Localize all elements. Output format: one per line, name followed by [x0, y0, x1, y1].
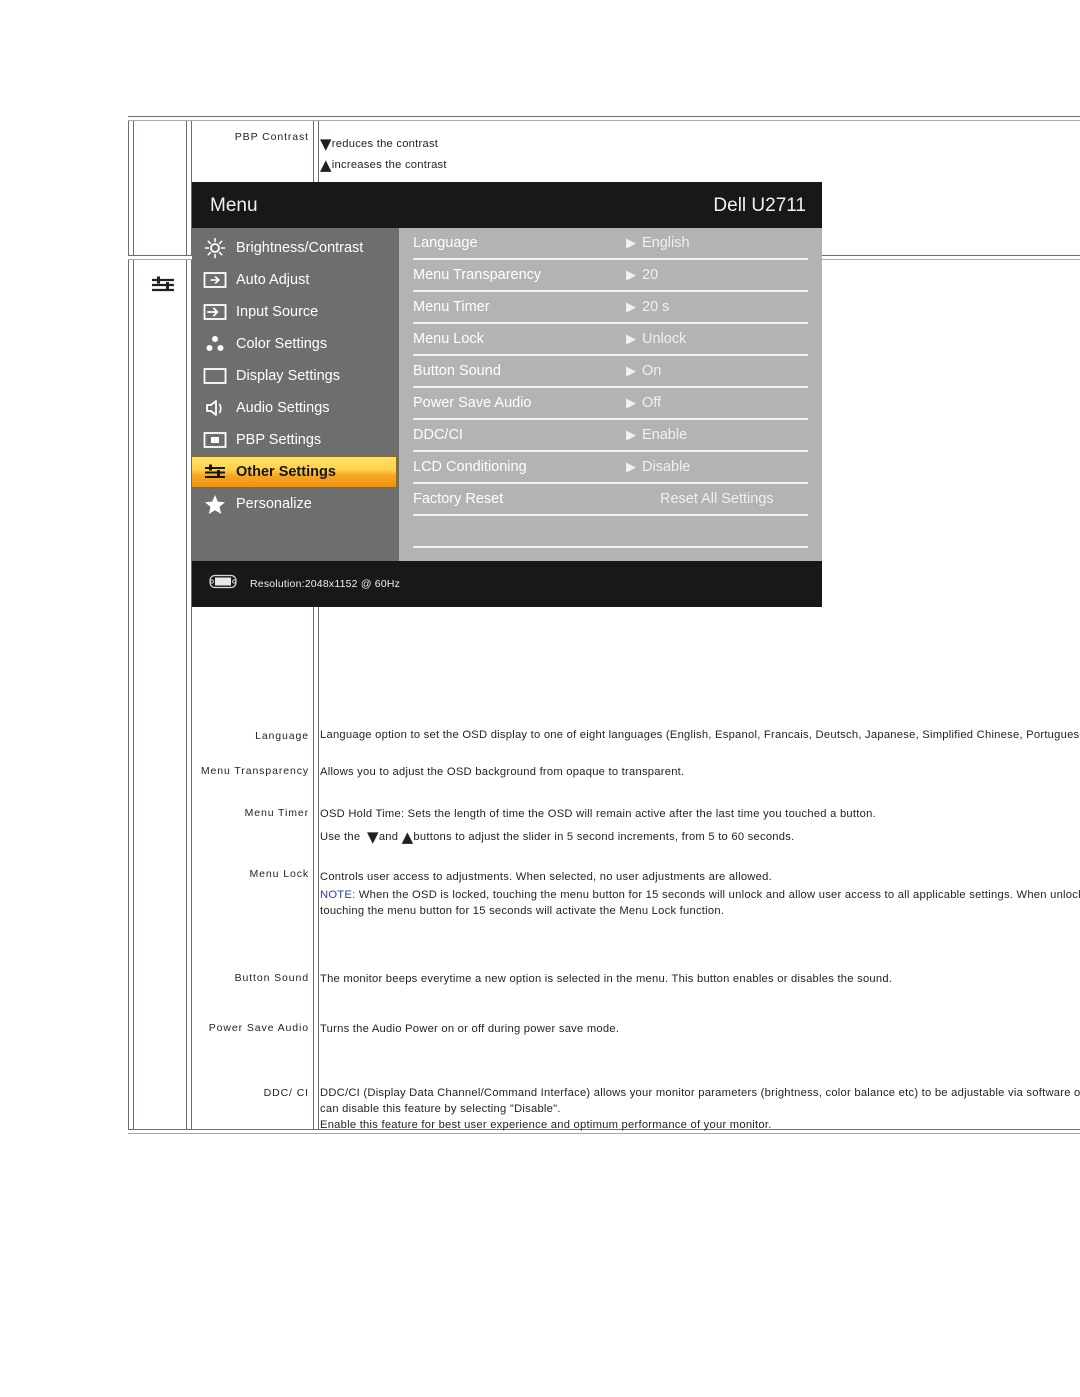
osd-row-menu-transparency[interactable]: Menu Transparency ▶ 20	[413, 260, 808, 292]
brightness-icon	[200, 237, 230, 259]
row-label-ddc-ci: DDC/ CI	[263, 1087, 309, 1099]
osd-row-menu-timer[interactable]: Menu Timer ▶ 20 s	[413, 292, 808, 324]
arrow-right-icon: ▶	[626, 235, 636, 251]
ddc-ci-description-line2: can disable this feature by selecting "D…	[320, 1103, 561, 1115]
osd-title: Menu	[210, 195, 258, 216]
arrow-right-icon: ▶	[626, 363, 636, 379]
osd-row-button-sound[interactable]: Button Sound ▶ On	[413, 356, 808, 388]
note-keyword: NOTE:	[320, 889, 356, 901]
osd-row-label: Menu Lock	[413, 331, 484, 347]
arrow-right-icon: ▶	[626, 299, 636, 315]
color-settings-icon	[200, 333, 230, 355]
osd-row-label: Factory Reset	[413, 491, 504, 507]
sidebar-item-personalize[interactable]: Personalize	[192, 488, 399, 520]
osd-row-power-save-audio[interactable]: Power Save Audio ▶ Off	[413, 388, 808, 420]
menu-transparency-description: Allows you to adjust the OSD background …	[320, 766, 685, 778]
input-source-icon	[200, 301, 230, 323]
pbp-contrast-decrease-line: ▼reduces the contrast	[320, 135, 439, 153]
osd-header: Menu Dell U2711	[192, 182, 822, 228]
sidebar-item-brightness-contrast[interactable]: Brightness/Contrast	[192, 232, 399, 264]
arrow-right-icon: ▶	[626, 331, 636, 347]
pbp-settings-icon	[200, 429, 230, 451]
ddc-ci-description-line3: Enable this feature for best user experi…	[320, 1119, 772, 1131]
menu-lock-note: NOTE: When the OSD is locked, touching t…	[320, 889, 1080, 917]
row-label-power-save-audio: Power Save Audio	[208, 1022, 309, 1034]
sidebar-label: Color Settings	[236, 336, 328, 352]
arrow-right-icon: ▶	[626, 267, 636, 283]
osd-row-empty-2	[413, 548, 808, 580]
personalize-star-icon	[200, 493, 230, 515]
menu-timer-description-line2: Use the ▼and ▲buttons to adjust the slid…	[320, 828, 795, 846]
sidebar-item-auto-adjust[interactable]: Auto Adjust	[192, 264, 399, 296]
display-settings-icon	[200, 365, 230, 387]
osd-body: Brightness/Contrast Auto Adjust Input So…	[192, 228, 822, 561]
osd-row-ddc-ci[interactable]: DDC/CI ▶ Enable	[413, 420, 808, 452]
osd-row-label: Menu Transparency	[413, 267, 542, 283]
vga-connector-icon	[206, 573, 240, 595]
osd-row-language[interactable]: Language ▶ English	[413, 228, 808, 260]
sidebar-label: Brightness/Contrast	[236, 240, 364, 256]
pbp-contrast-increase-line: ▲increases the contrast	[320, 156, 447, 174]
osd-row-factory-reset[interactable]: Factory Reset Reset All Settings	[413, 484, 808, 516]
osd-row-value: Enable	[642, 427, 688, 443]
sidebar-label: Personalize	[236, 496, 312, 512]
sidebar-label: PBP Settings	[236, 432, 322, 448]
sidebar-item-color-settings[interactable]: Color Settings	[192, 328, 399, 360]
ddc-ci-description-line1: DDC/CI (Display Data Channel/Command Int…	[320, 1087, 1080, 1099]
osd-row-value: Off	[642, 395, 662, 411]
sidebar-item-pbp-settings[interactable]: PBP Settings	[192, 424, 399, 456]
other-settings-icon	[200, 461, 230, 483]
osd-row-label: Language	[413, 235, 478, 251]
osd-row-value: On	[642, 363, 662, 379]
sidebar-item-display-settings[interactable]: Display Settings	[192, 360, 399, 392]
osd-row-value: Unlock	[642, 331, 687, 347]
osd-row-empty-1	[413, 516, 808, 548]
sidebar-label: Display Settings	[236, 368, 340, 384]
power-save-audio-description: Turns the Audio Power on or off during p…	[320, 1023, 620, 1035]
osd-model-name: Dell U2711	[713, 195, 806, 216]
row-label-pbp-contrast: PBP Contrast	[234, 131, 309, 143]
row-label-menu-timer: Menu Timer	[244, 807, 309, 819]
arrow-right-icon: ▶	[626, 459, 636, 475]
sidebar-label: Other Settings	[236, 464, 336, 480]
row-label-menu-lock: Menu Lock	[249, 868, 309, 880]
osd-row-value: 20	[642, 267, 659, 283]
audio-settings-icon	[200, 397, 230, 419]
osd-menu-screenshot: Menu Dell U2711 Brightness/Contrast Auto…	[192, 182, 822, 607]
sidebar-label: Input Source	[236, 304, 319, 320]
osd-row-value: Disable	[642, 459, 691, 475]
sidebar-item-input-source[interactable]: Input Source	[192, 296, 399, 328]
menu-timer-description-line1: OSD Hold Time: Sets the length of time t…	[320, 808, 876, 820]
language-description: Language option to set the OSD display t…	[320, 729, 1080, 741]
auto-adjust-icon	[200, 269, 230, 291]
osd-row-label: DDC/CI	[413, 427, 463, 443]
sidebar-item-audio-settings[interactable]: Audio Settings	[192, 392, 399, 424]
osd-row-label: LCD Conditioning	[413, 459, 527, 475]
osd-row-label: Menu Timer	[413, 299, 490, 315]
osd-sidebar: Brightness/Contrast Auto Adjust Input So…	[192, 228, 399, 561]
osd-row-value: Reset All Settings	[660, 491, 774, 507]
osd-row-value: English	[642, 235, 690, 251]
osd-row-value: 20 s	[642, 299, 670, 315]
sidebar-label: Audio Settings	[236, 400, 330, 416]
row-label-menu-transparency: Menu Transparency	[200, 765, 309, 777]
table-rule-top	[128, 116, 1080, 121]
table-border-outer	[128, 116, 134, 1132]
sidebar-label: Auto Adjust	[236, 272, 310, 288]
row-label-button-sound: Button Sound	[234, 972, 309, 984]
button-sound-description: The monitor beeps everytime a new option…	[320, 973, 893, 985]
osd-row-label: Power Save Audio	[413, 395, 532, 411]
sliders-icon	[150, 274, 178, 296]
arrow-right-icon: ▶	[626, 427, 636, 443]
osd-settings-list: Language ▶ English Menu Transparency ▶ 2…	[399, 228, 822, 561]
sidebar-item-other-settings[interactable]: Other Settings	[192, 456, 397, 488]
osd-row-label: Button Sound	[413, 363, 501, 379]
osd-resolution-text: Resolution:2048x1152 @ 60Hz	[250, 578, 401, 590]
row-label-language: Language	[255, 730, 309, 742]
menu-lock-description: Controls user access to adjustments. Whe…	[320, 871, 772, 883]
osd-row-lcd-conditioning[interactable]: LCD Conditioning ▶ Disable	[413, 452, 808, 484]
arrow-right-icon: ▶	[626, 395, 636, 411]
osd-row-menu-lock[interactable]: Menu Lock ▶ Unlock	[413, 324, 808, 356]
